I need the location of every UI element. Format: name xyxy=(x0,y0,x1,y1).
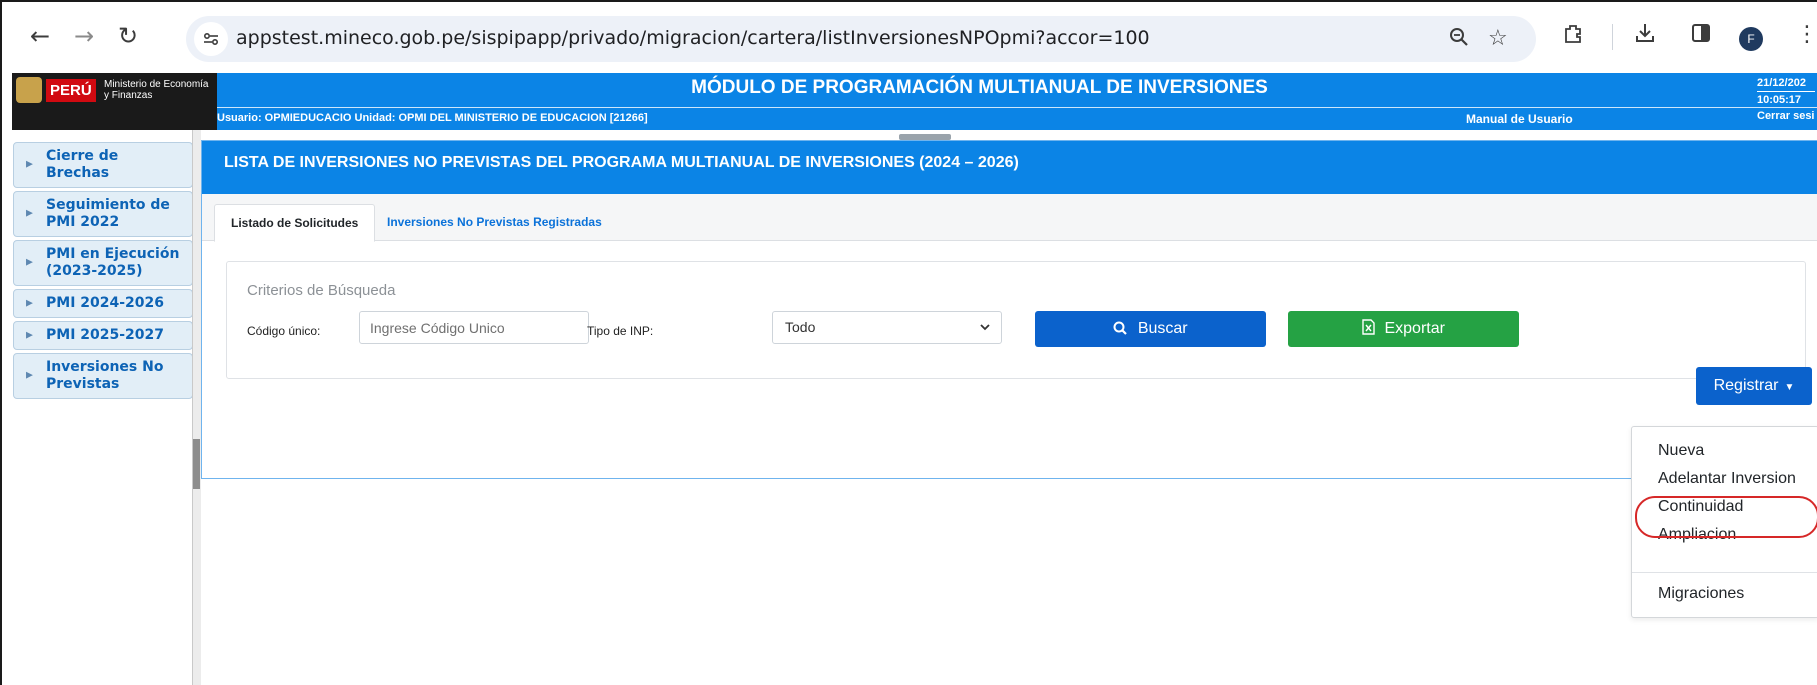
coat-of-arms-icon xyxy=(16,77,42,103)
sidebar-item-pmi-2024-2026[interactable]: ▶ PMI 2024-2026 xyxy=(13,289,193,318)
chevron-down-icon xyxy=(979,312,991,354)
search-button-label: Buscar xyxy=(1137,320,1188,337)
reload-icon[interactable]: ↻ xyxy=(112,20,144,52)
search-icon xyxy=(1113,320,1137,337)
search-criteria-box: Criterios de Búsqueda Código único: Tipo… xyxy=(226,261,1806,379)
export-button-label: Exportar xyxy=(1384,320,1445,337)
download-icon[interactable] xyxy=(1634,22,1656,50)
address-bar[interactable]: appstest.mineco.gob.pe/sispipapp/privado… xyxy=(186,16,1536,62)
user-manual-link[interactable]: Manual de Usuario xyxy=(1466,112,1573,126)
sidebar-item-inversiones-no-previstas[interactable]: ▶ Inversiones No Previstas xyxy=(13,353,193,399)
menu-item-adelantar-inversion[interactable]: Adelantar Inversion xyxy=(1658,470,1796,488)
url-text[interactable]: appstest.mineco.gob.pe/sispipapp/privado… xyxy=(236,27,1150,49)
codigo-label: Código único: xyxy=(247,324,321,338)
toolbar-divider xyxy=(1612,24,1613,50)
menu-divider xyxy=(1632,572,1817,573)
sidebar-item-pmi-ejecucion[interactable]: ▶ PMI en Ejecución (2023-2025) xyxy=(13,240,193,286)
session-info: 21/12/202 10:05:17 Cerrar sesi xyxy=(1757,75,1815,124)
sidebar: ▶ Cierre de Brechas ▶ Seguimiento de PMI 2… xyxy=(13,142,193,402)
module-title: MÓDULO DE PROGRAMACIÓN MULTIANUAL DE INV… xyxy=(691,77,1268,98)
app-header: PERÚ Ministerio de Economía y Finanzas M… xyxy=(2,73,1817,130)
caret-right-icon: ▶ xyxy=(26,159,33,170)
logo-ministry-text: Ministerio de Economía y Finanzas xyxy=(104,79,209,101)
bookmark-star-icon[interactable]: ☆ xyxy=(1488,26,1508,51)
header-divider xyxy=(217,107,1817,108)
tipo-inp-label: Tipo de INP: xyxy=(587,324,654,338)
criteria-title: Criterios de Búsqueda xyxy=(247,282,396,299)
browser-toolbar: ← → ↻ appstest.mineco.gob.pe/sispipapp/p… xyxy=(2,2,1817,73)
excel-file-icon xyxy=(1362,319,1384,337)
sidebar-splitter[interactable] xyxy=(192,130,201,685)
caret-down-icon: ▼ xyxy=(1784,382,1795,393)
session-time: 10:05:17 xyxy=(1757,94,1802,106)
sidebar-item-label: PMI 2025-2027 xyxy=(46,327,165,343)
menu-item-nueva[interactable]: Nueva xyxy=(1658,442,1704,460)
zoom-icon[interactable] xyxy=(1448,26,1470,54)
more-menu-icon[interactable]: ⋮ xyxy=(1796,22,1817,47)
tab-inversiones-registradas[interactable]: Inversiones No Previstas Registradas xyxy=(371,204,618,242)
profile-avatar[interactable]: F xyxy=(1739,27,1763,51)
caret-right-icon: ▶ xyxy=(26,330,33,340)
caret-right-icon: ▶ xyxy=(26,257,33,268)
side-panel-icon[interactable] xyxy=(1690,22,1712,50)
tabs-bar: Listado de Solicitudes Inversiones No Pr… xyxy=(202,194,1817,242)
logout-link[interactable]: Cerrar sesi xyxy=(1757,108,1815,124)
codigo-unico-input[interactable] xyxy=(359,311,589,344)
header-bar: MÓDULO DE PROGRAMACIÓN MULTIANUAL DE INV… xyxy=(217,73,1817,130)
screenshot-frame: ← → ↻ appstest.mineco.gob.pe/sispipapp/p… xyxy=(0,0,1817,685)
forward-arrow-icon[interactable]: → xyxy=(68,20,100,52)
sidebar-item-label: Inversiones No Previstas xyxy=(46,359,164,392)
sidebar-item-pmi-2025-2027[interactable]: ▶ PMI 2025-2027 xyxy=(13,321,193,350)
caret-right-icon: ▶ xyxy=(26,370,33,381)
caret-right-icon: ▶ xyxy=(26,208,33,219)
sidebar-item-label: PMI en Ejecución (2023-2025) xyxy=(46,246,180,279)
search-button[interactable]: Buscar xyxy=(1035,311,1266,347)
splitter-handle[interactable] xyxy=(193,439,200,489)
panel-title: LISTA DE INVERSIONES NO PREVISTAS DEL PR… xyxy=(202,141,1817,194)
sidebar-item-label: Cierre de Brechas xyxy=(46,148,119,181)
export-button[interactable]: Exportar xyxy=(1288,311,1519,347)
sidebar-item-cierre-brechas[interactable]: ▶ Cierre de Brechas xyxy=(13,142,193,188)
ministry-logo: PERÚ Ministerio de Economía y Finanzas xyxy=(12,73,217,130)
tipo-inp-select[interactable]: Todo xyxy=(772,311,1002,344)
sidebar-item-label: PMI 2024-2026 xyxy=(46,295,165,311)
extensions-icon[interactable] xyxy=(1562,22,1584,50)
register-dropdown-button[interactable]: Registrar ▼ xyxy=(1696,367,1812,405)
back-arrow-icon[interactable]: ← xyxy=(24,20,56,52)
caret-right-icon: ▶ xyxy=(26,298,33,308)
site-info-icon[interactable] xyxy=(194,22,228,56)
user-info: Usuario: OPMIEDUCACIO Unidad: OPMI DEL M… xyxy=(217,112,648,124)
sidebar-item-seguimiento-pmi-2022[interactable]: ▶ Seguimiento de PMI 2022 xyxy=(13,191,193,237)
menu-item-migraciones[interactable]: Migraciones xyxy=(1658,585,1744,603)
session-date: 21/12/202 xyxy=(1757,75,1815,92)
main-panel: LISTA DE INVERSIONES NO PREVISTAS DEL PR… xyxy=(201,140,1817,479)
register-button-label: Registrar xyxy=(1713,377,1779,394)
sidebar-item-label: Seguimiento de PMI 2022 xyxy=(46,197,170,230)
tab-listado-solicitudes[interactable]: Listado de Solicitudes xyxy=(214,204,376,242)
logo-peru-text: PERÚ xyxy=(46,79,96,102)
tipo-inp-value: Todo xyxy=(785,319,816,335)
highlight-annotation xyxy=(1635,496,1817,538)
